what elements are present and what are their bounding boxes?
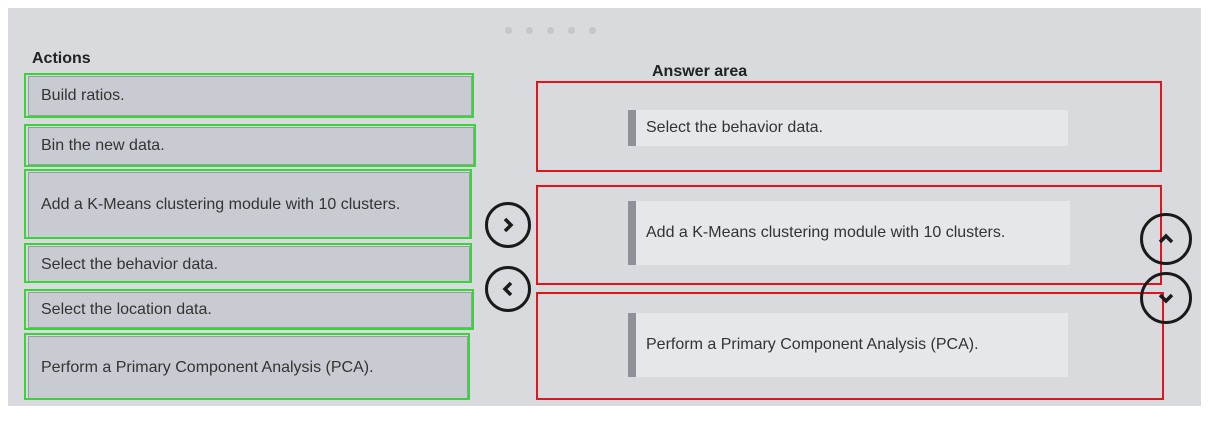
- answer-item-kmeans[interactable]: Add a K-Means clustering module with 10 …: [628, 201, 1070, 265]
- dot: [526, 27, 533, 34]
- move-right-button[interactable]: [485, 202, 531, 248]
- action-item-select-location[interactable]: Select the location data.: [28, 292, 472, 328]
- dot: [589, 27, 596, 34]
- chevron-right-icon: [503, 217, 514, 233]
- dot: [505, 27, 512, 34]
- pagination-dots: [505, 27, 596, 34]
- answer-item-pca[interactable]: Perform a Primary Component Analysis (PC…: [628, 313, 1068, 377]
- answer-item-label: Select the behavior data.: [646, 119, 824, 136]
- action-item-label: Build ratios.: [41, 87, 125, 104]
- move-down-button[interactable]: [1140, 272, 1192, 324]
- action-item-bin-new-data[interactable]: Bin the new data.: [28, 127, 474, 165]
- action-item-label: Perform a Primary Component Analysis (PC…: [41, 358, 374, 376]
- action-item-pca[interactable]: Perform a Primary Component Analysis (PC…: [28, 336, 468, 399]
- action-item-build-ratios[interactable]: Build ratios.: [28, 76, 472, 116]
- move-up-button[interactable]: [1140, 213, 1192, 265]
- move-left-button[interactable]: [485, 266, 531, 312]
- action-item-select-behavior[interactable]: Select the behavior data.: [28, 246, 470, 283]
- action-item-label: Bin the new data.: [41, 137, 165, 154]
- chevron-down-icon: [1158, 293, 1174, 304]
- dot: [547, 27, 554, 34]
- answer-item-label: Add a K-Means clustering module with 10 …: [646, 224, 1006, 241]
- chevron-up-icon: [1158, 233, 1174, 244]
- action-item-label: Select the location data.: [41, 301, 212, 318]
- dot: [568, 27, 575, 34]
- chevron-left-icon: [502, 281, 513, 297]
- actions-heading: Actions: [32, 50, 91, 67]
- answer-area-heading: Answer area: [652, 63, 748, 80]
- answer-item-select-behavior[interactable]: Select the behavior data.: [628, 110, 1068, 146]
- action-item-label: Add a K-Means clustering module with 10 …: [41, 196, 401, 213]
- answer-item-label: Perform a Primary Component Analysis (PC…: [646, 336, 979, 353]
- action-item-label: Select the behavior data.: [41, 255, 219, 273]
- action-item-kmeans[interactable]: Add a K-Means clustering module with 10 …: [28, 172, 470, 238]
